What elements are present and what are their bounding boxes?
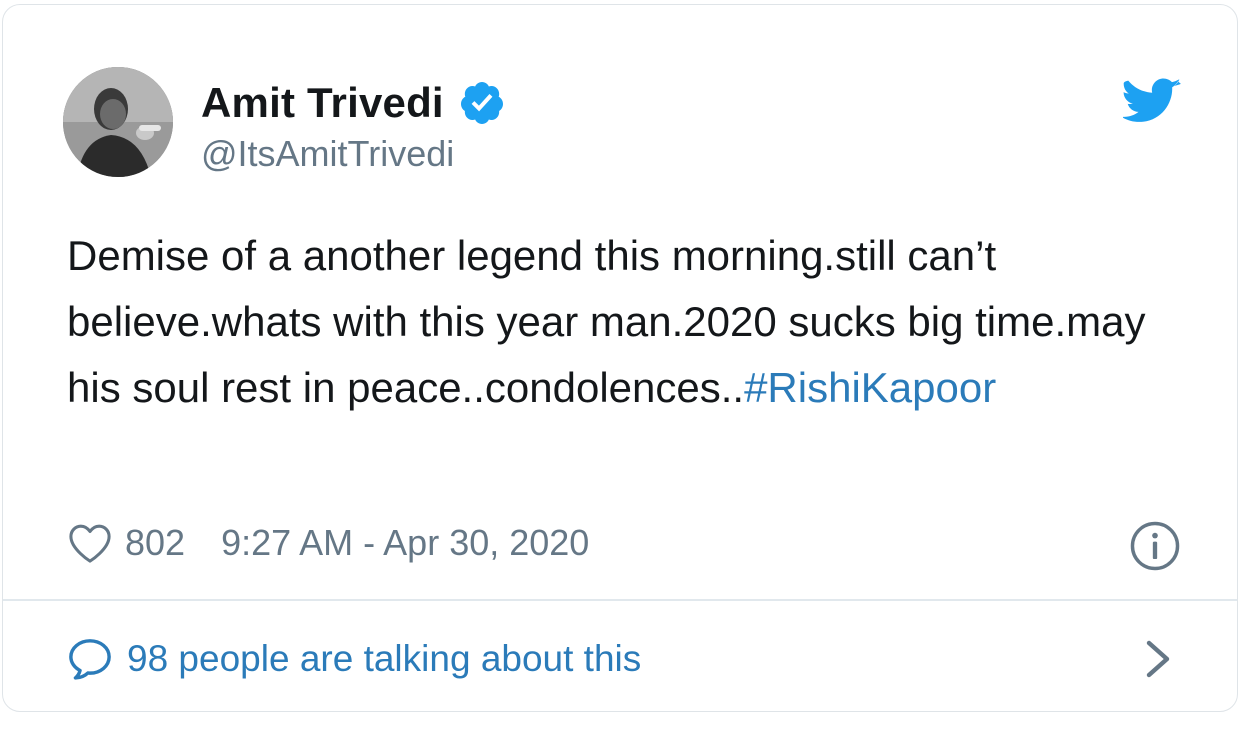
conversation-row: 98 people are talking about this — [67, 631, 641, 687]
heart-icon[interactable] — [67, 522, 113, 564]
author-row: Amit Trivedi — [201, 75, 506, 131]
hashtag-link[interactable]: #RishiKapoor — [744, 364, 996, 411]
tweet-timestamp[interactable]: 9:27 AM - Apr 30, 2020 — [221, 522, 589, 564]
verified-badge-icon — [460, 82, 503, 124]
speech-bubble-icon — [69, 639, 111, 680]
avatar[interactable] — [63, 67, 173, 177]
conversation-label: 98 people are talking about this — [127, 638, 642, 679]
info-icon[interactable] — [1129, 520, 1181, 572]
like-count: 802 — [125, 522, 186, 563]
tweet-text: Demise of a another legend this morning.… — [67, 223, 1177, 421]
tweet-meta: 802 9:27 AM - Apr 30, 2020 — [67, 517, 589, 569]
conversation-link[interactable]: 98 people are talking about this — [3, 601, 1237, 711]
twitter-bird-icon[interactable] — [1123, 77, 1181, 125]
author-handle[interactable]: @ItsAmitTrivedi — [201, 133, 454, 175]
tweet-card: Amit Trivedi @ItsAmitTrivedi Demise of a… — [2, 4, 1238, 712]
author-name[interactable]: Amit Trivedi — [201, 79, 444, 127]
avatar-image — [63, 67, 173, 177]
chevron-right-icon[interactable] — [1141, 639, 1175, 679]
